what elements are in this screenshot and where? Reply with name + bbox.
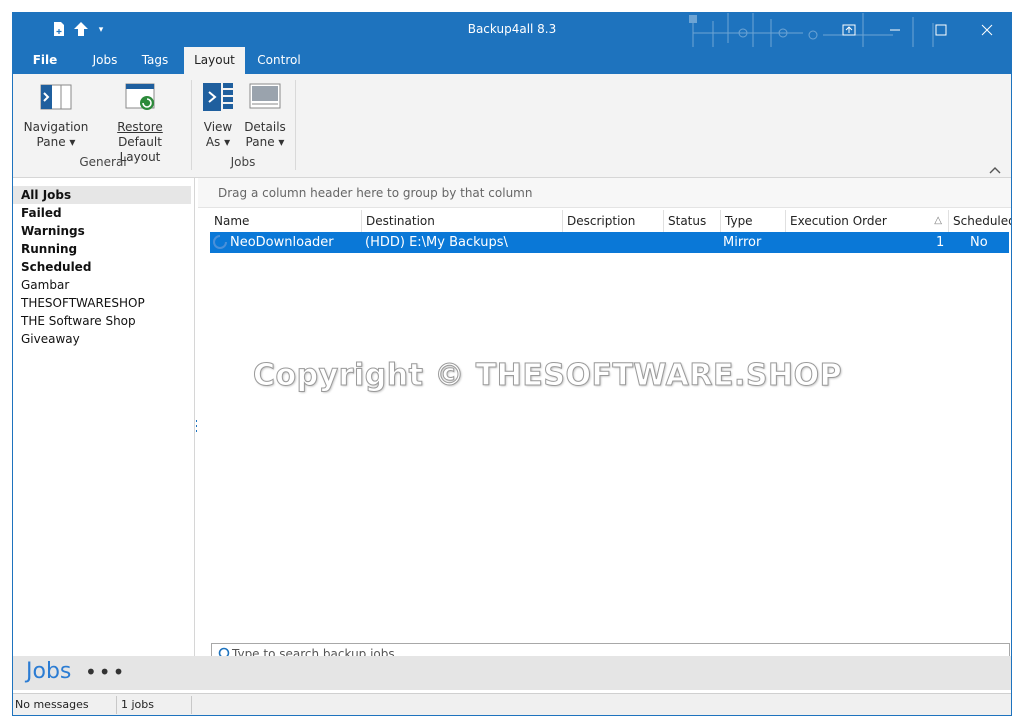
collapse-ribbon-icon[interactable] <box>989 166 1001 177</box>
navigation-pane-label-1: Navigation <box>23 120 89 134</box>
tab-tags[interactable]: Tags <box>133 47 177 74</box>
group-by-panel[interactable]: Drag a column header here to group by th… <box>198 178 1011 208</box>
view-as-icon <box>201 80 235 114</box>
restore-default-layout-button[interactable]: Restore Default Layout <box>99 80 181 165</box>
ribbon: Navigation Pane ▾ Restore Default Layout… <box>13 74 1011 178</box>
copyright-watermark: Copyright © THESOFTWARE.SHOP <box>252 358 843 394</box>
cell-destination: (HDD) E:\My Backups\ <box>365 235 508 250</box>
view-as-label-2: As ▾ <box>205 135 231 149</box>
details-pane-button[interactable]: Details Pane ▾ <box>243 80 287 150</box>
navigation-pane-icon <box>39 80 73 114</box>
column-header-execution-order-label: Execution Order <box>790 214 887 228</box>
ribbon-tabs: File Jobs Tags Layout Control <box>13 47 1011 74</box>
ribbon-group-separator <box>191 80 192 170</box>
status-job-count: 1 jobs <box>121 698 154 711</box>
cell-name: NeoDownloader <box>230 235 334 250</box>
app-window: ▾ Backup4all 8.3 File Jobs Tags Layout C… <box>12 12 1012 716</box>
status-separator <box>191 696 192 714</box>
tab-file[interactable]: File <box>23 47 67 74</box>
nav-item-running[interactable]: Running <box>13 240 191 258</box>
status-separator <box>116 696 117 714</box>
nav-item-warnings[interactable]: Warnings <box>13 222 191 240</box>
column-header-scheduled[interactable]: Scheduled <box>949 210 1011 232</box>
navigation-pane-label-2: Pane ▾ <box>36 135 76 149</box>
nav-item-gambar[interactable]: Gambar <box>13 276 191 294</box>
sort-ascending-icon: △ <box>934 215 942 226</box>
job-status-spinner-icon <box>212 234 228 254</box>
column-header-type[interactable]: Type <box>721 210 786 232</box>
tab-control[interactable]: Control <box>251 47 307 74</box>
navigation-pane: All Jobs Failed Warnings Running Schedul… <box>13 178 195 656</box>
details-pane-label-2: Pane ▾ <box>245 135 285 149</box>
group-label-jobs: Jobs <box>230 155 256 169</box>
section-switcher: Jobs ••• <box>13 656 1011 690</box>
nav-item-scheduled[interactable]: Scheduled <box>13 258 191 276</box>
minimize-button[interactable] <box>872 13 918 45</box>
view-as-label-1: View <box>203 120 233 134</box>
restore-window-icon[interactable] <box>826 13 872 45</box>
cell-scheduled: No <box>970 235 988 250</box>
group-label-general: General <box>79 155 127 169</box>
nav-item-failed[interactable]: Failed <box>13 204 191 222</box>
column-header-destination[interactable]: Destination <box>362 210 563 232</box>
restore-label-1: Restore <box>117 120 163 134</box>
jobs-grid: Drag a column header here to group by th… <box>198 178 1011 665</box>
view-as-button[interactable]: View As ▾ <box>199 80 237 150</box>
table-row[interactable]: NeoDownloader (HDD) E:\My Backups\ Mirro… <box>210 232 1009 253</box>
nav-item-thesoftwareshop[interactable]: THESOFTWARESHOP <box>13 294 191 312</box>
navigation-pane-button[interactable]: Navigation Pane ▾ <box>23 80 89 150</box>
details-pane-icon <box>248 80 282 114</box>
status-messages: No messages <box>15 698 89 711</box>
restore-layout-icon <box>123 80 157 114</box>
column-header-name[interactable]: Name <box>210 210 362 232</box>
column-header-description[interactable]: Description <box>563 210 664 232</box>
more-sections-icon[interactable]: ••• <box>85 660 126 684</box>
title-bar: ▾ Backup4all 8.3 <box>13 13 1011 47</box>
tab-jobs[interactable]: Jobs <box>83 47 127 74</box>
cell-execution-order: 1 <box>936 235 945 250</box>
ribbon-group-separator <box>295 80 296 170</box>
nav-item-all-jobs[interactable]: All Jobs <box>13 186 191 204</box>
details-pane-label-1: Details <box>244 120 286 134</box>
column-header-status[interactable]: Status <box>664 210 721 232</box>
nav-item-thesoftwareshop-giveaway[interactable]: THE Software Shop Giveaway <box>13 312 191 346</box>
tab-layout[interactable]: Layout <box>184 47 245 74</box>
maximize-button[interactable] <box>918 13 964 45</box>
close-button[interactable] <box>964 13 1010 45</box>
cell-type: Mirror <box>723 235 762 250</box>
section-jobs[interactable]: Jobs <box>26 659 71 684</box>
column-header-execution-order[interactable]: Execution Order △ <box>786 210 949 232</box>
status-bar: No messages 1 jobs <box>13 693 1011 715</box>
